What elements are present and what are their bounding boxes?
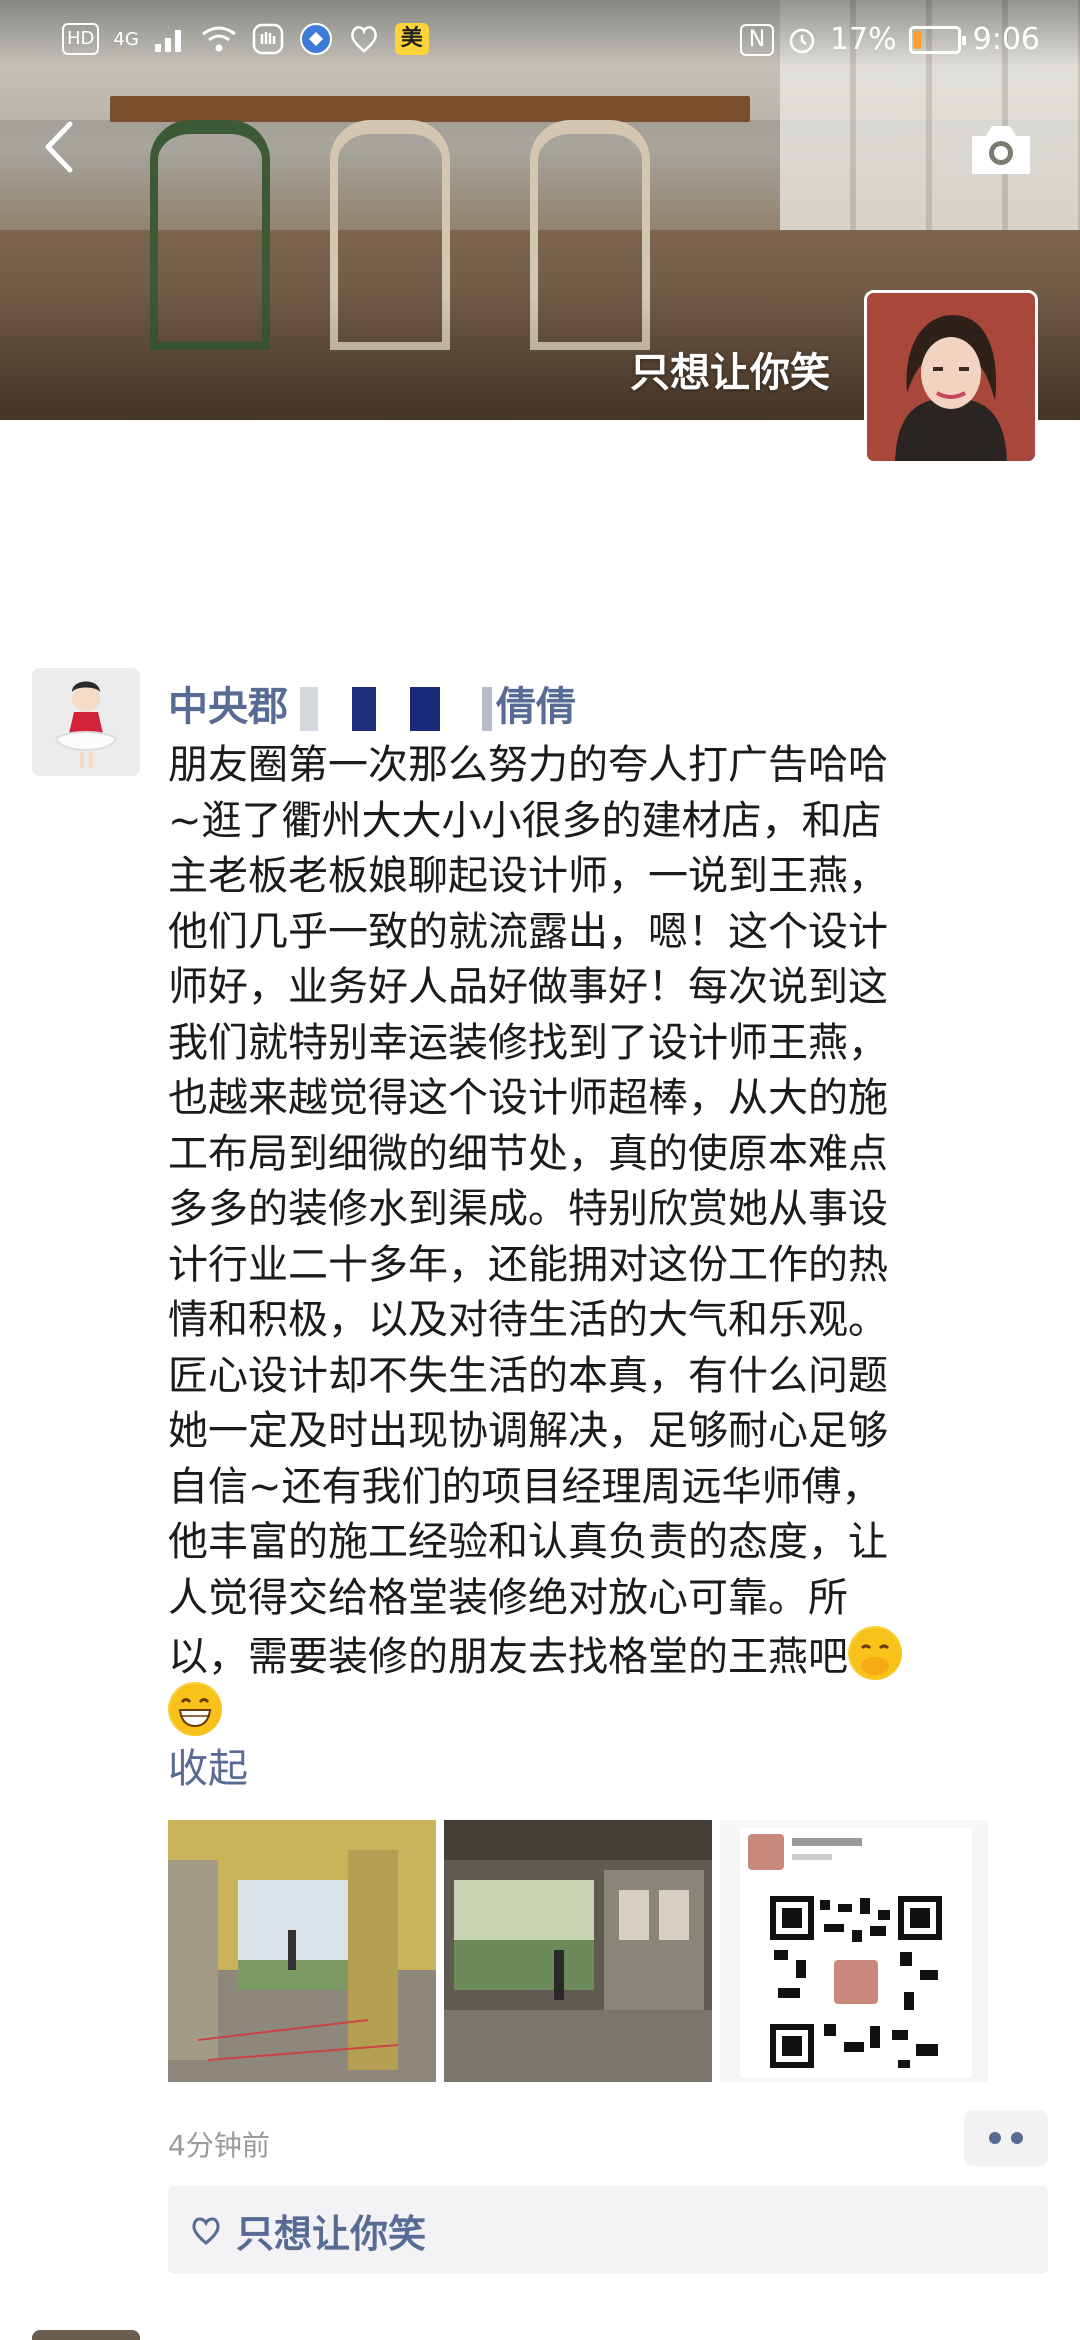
camera-icon xyxy=(972,126,1030,174)
room-photo-1 xyxy=(168,1820,436,2082)
avatar-doll xyxy=(32,668,140,776)
more-actions-button[interactable] xyxy=(964,2110,1048,2166)
post-line: 她一定及时出现协调解决，足够耐心足够 xyxy=(168,1408,888,1454)
photo-thumbnail[interactable] xyxy=(720,1820,988,2082)
more-dots-icon xyxy=(989,2132,1001,2144)
qr-code-screenshot xyxy=(720,1820,988,2082)
post-line: 情和积极，以及对待生活的大气和乐观。 xyxy=(168,1297,888,1343)
hd-indicator: HD xyxy=(62,23,100,55)
health-icon xyxy=(350,26,377,53)
likes-section: 只想让你笑 xyxy=(168,2186,1048,2274)
clock: 9:06 xyxy=(972,22,1040,57)
redacted-mosaic xyxy=(292,687,492,731)
author-name-suffix: 倩倩 xyxy=(496,684,576,730)
post-line: ~逛了衢州大大小小很多的建材店，和店 xyxy=(168,797,882,844)
post-line: 也越来越觉得这个设计师超棒，从大的施 xyxy=(168,1075,888,1121)
collapse-link[interactable]: 收起 xyxy=(168,1736,248,1794)
nfc-icon: N xyxy=(739,23,774,56)
alarm-icon xyxy=(789,28,815,53)
post-line: 自信~还有我们的项目经理周远华师傅， xyxy=(168,1463,882,1510)
next-post-avatar[interactable] xyxy=(32,2330,140,2340)
grinning-emoji-icon xyxy=(168,1681,222,1736)
cover-user-name: 只想让你笑 xyxy=(630,350,830,396)
app-icon-blue xyxy=(299,23,332,55)
photo-thumbnail[interactable] xyxy=(168,1820,436,2082)
hand-icon xyxy=(252,23,284,55)
battery-icon xyxy=(908,25,966,54)
post-line: 工布局到细微的细节处，真的使原本难点 xyxy=(168,1130,888,1177)
post-line: 我们就特别幸运装修找到了设计师王燕， xyxy=(168,1019,888,1066)
meituan-icon: 美 xyxy=(394,23,429,55)
status-bar: HD 4G 美 N 17% 9:06 xyxy=(0,0,1080,80)
face-with-hand-emoji-icon xyxy=(848,1626,902,1680)
like-user-name[interactable]: 只想让你笑 xyxy=(236,2203,426,2258)
status-left: HD 4G 美 xyxy=(62,22,429,56)
room-photo-2 xyxy=(444,1820,712,2082)
cover-avatar[interactable] xyxy=(864,290,1038,464)
signal-icon xyxy=(154,30,181,52)
status-right: N 17% 9:06 xyxy=(739,22,1040,57)
back-button[interactable] xyxy=(30,112,90,182)
battery-percent: 17% xyxy=(829,22,897,57)
post-author-name[interactable]: 中央郡 倩倩 xyxy=(168,674,576,732)
post-line: 他们几乎一致的就流露出，嗯！这个设计 xyxy=(168,908,888,955)
network-indicator: 4G xyxy=(113,28,139,50)
post-line-with-emoji: 以，需要装修的朋友去找格堂的王燕吧 xyxy=(168,1626,1018,1682)
post-line: 朋友圈第一次那么努力的夸人打广告哈哈 xyxy=(168,742,888,788)
post-line: 以，需要装修的朋友去找格堂的王燕吧 xyxy=(168,1634,848,1680)
chevron-left-icon xyxy=(45,121,73,173)
photo-thumbnail[interactable] xyxy=(444,1820,712,2082)
post-line: 计行业二十多年，还能拥对这份工作的热 xyxy=(168,1241,888,1288)
post-body: 朋友圈第一次那么努力的夸人打广告哈哈 ~逛了衢州大大小小很多的建材店，和店 主老… xyxy=(168,738,1018,1737)
post-line: 他丰富的施工经验和认真负责的态度，让 xyxy=(168,1519,888,1565)
battery-level xyxy=(913,30,921,49)
post-author-avatar[interactable] xyxy=(32,668,140,776)
more-dots-icon xyxy=(1011,2132,1023,2144)
heart-icon xyxy=(192,2217,220,2245)
camera-button[interactable] xyxy=(966,120,1036,180)
post-line: 师好，业务好人品好做事好！每次说到这 xyxy=(168,964,888,1010)
author-name-prefix: 中央郡 xyxy=(168,684,288,730)
post-line-emoji xyxy=(168,1681,1018,1738)
post-line: 主老板老板娘聊起设计师，一说到王燕， xyxy=(168,853,888,899)
wifi-icon xyxy=(201,26,236,52)
avatar-portrait xyxy=(867,293,1035,461)
post-timestamp: 4分钟前 xyxy=(168,2129,270,2162)
post-line: 匠心设计却不失生活的本真，有什么问题 xyxy=(168,1352,888,1399)
post-line: 人觉得交给格堂装修绝对放心可靠。所 xyxy=(168,1574,848,1621)
post-line: 多多的装修水到渠成。特别欣赏她从事设 xyxy=(168,1186,888,1232)
photo-grid xyxy=(168,1820,988,2082)
